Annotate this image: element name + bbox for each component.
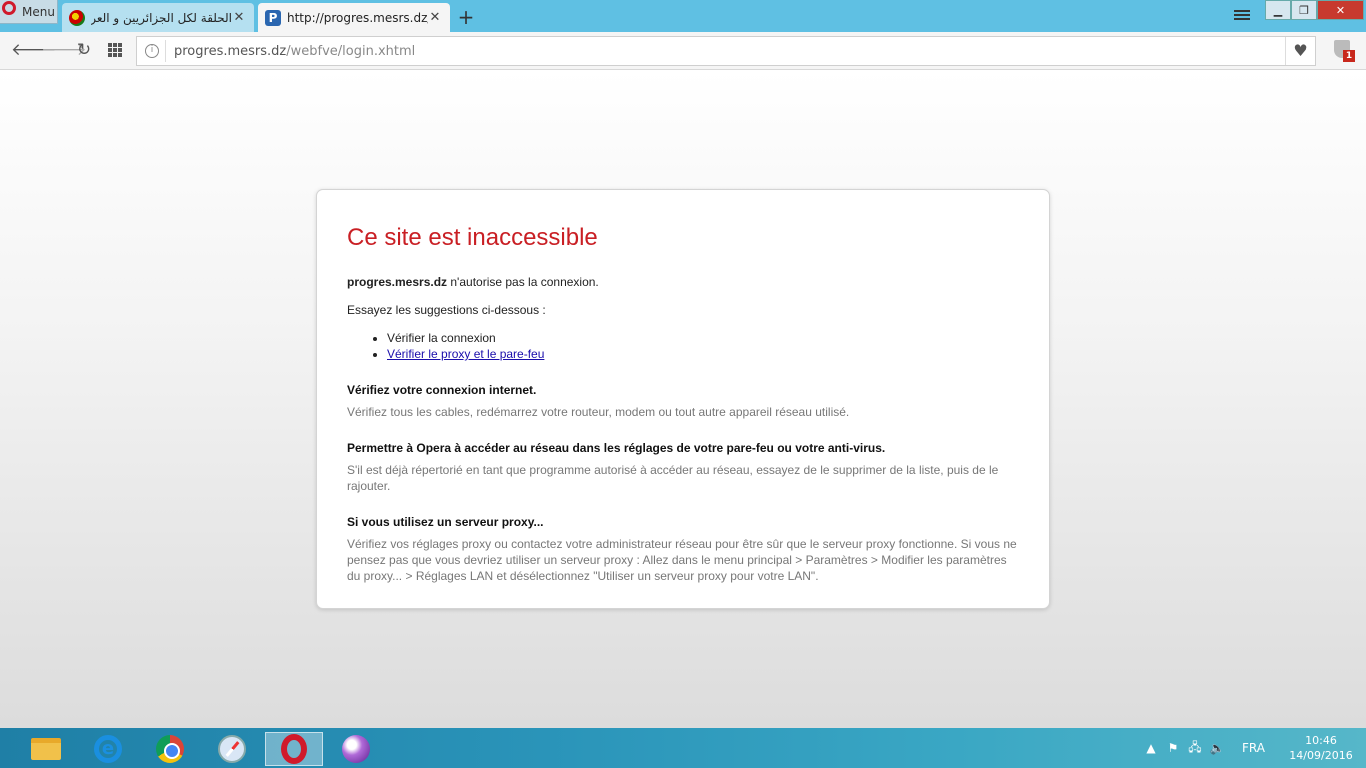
browser-toolbar: 🡐 🡒 ↻ i progres.mesrs.dz/webfve/login.xh… [0,32,1366,70]
new-tab-button[interactable]: + [456,5,476,29]
show-hidden-icons-icon[interactable]: ▲ [1140,741,1162,755]
suggestions-list: Vérifier la connexion Vérifier le proxy … [387,330,1019,362]
file-explorer-icon[interactable] [17,732,75,766]
section-heading: Si vous utilisez un serveur proxy... [347,515,544,529]
url-host: progres.mesrs.dz [174,43,287,59]
taskbar-clock[interactable]: 10:46 14/09/2016 [1282,728,1360,768]
back-arrow-icon[interactable]: 🡐 [11,40,57,60]
menu-label: Menu [22,4,55,19]
speed-dial-grid-icon[interactable] [106,40,126,60]
adblock-count-badge: 1 [1343,50,1355,62]
opera-menu-button[interactable]: Menu [0,0,58,24]
network-icon[interactable]: 🖧 [1184,738,1206,759]
input-language[interactable]: FRA [1242,728,1265,768]
tab-menu-icon[interactable] [1234,8,1250,24]
forward-arrow-icon[interactable]: 🡒 [41,40,87,60]
error-host: progres.mesrs.dz [347,275,448,289]
clock-date: 14/09/2016 [1289,749,1353,762]
action-center-flag-icon[interactable]: ⚑ [1162,741,1184,755]
progres-favicon-icon: P [265,9,281,26]
tab-close-icon[interactable]: ✕ [232,10,246,25]
error-title: Ce site est inaccessible [347,224,598,251]
safari-icon[interactable] [203,732,261,766]
suggestion-check-proxy: Vérifier le proxy et le pare-feu [387,346,1019,362]
error-description: progres.mesrs.dz n'autorise pas la conne… [347,275,599,289]
check-proxy-link[interactable]: Vérifier le proxy et le pare-feu [387,347,544,361]
clock-time: 10:46 [1305,734,1337,747]
section-body: Vérifiez vos réglages proxy ou contactez… [347,537,1017,583]
volume-icon[interactable]: 🔈 [1206,741,1228,755]
adblock-shield-icon[interactable]: 1 [1334,40,1355,62]
opera-icon[interactable] [265,732,323,766]
url-text[interactable]: progres.mesrs.dz/webfve/login.xhtml [174,44,415,59]
tab-title: الحلقة لكل الجزائريين و العرب [91,10,232,25]
section-heading: Permettre à Opera à accéder au réseau da… [347,441,886,455]
reload-icon[interactable]: ↻ [74,40,94,60]
minimize-button[interactable]: ▁ [1265,0,1291,20]
internet-explorer-icon[interactable]: e [79,732,137,766]
windows-taskbar: e ▲ ⚑ 🖧 🔈 FRA 10:46 14/09/2016 [0,728,1366,768]
section-body: S'il est déjà répertorié en tant que pro… [347,463,999,493]
section-heading: Vérifiez votre connexion internet. [347,383,537,397]
tab-title: http://progres.mesrs.dz/webfve/login.xht… [287,10,428,25]
page-viewport: Ce site est inaccessible progres.mesrs.d… [0,70,1366,728]
chrome-icon[interactable] [141,732,199,766]
system-tray-icons: ▲ ⚑ 🖧 🔈 [1140,728,1228,768]
close-window-button[interactable]: ✕ [1317,0,1364,20]
site-info-icon[interactable]: i [145,44,159,58]
site-favicon-icon [69,9,85,26]
opera-logo-icon [2,0,16,15]
tab-close-icon[interactable]: ✕ [428,10,442,25]
address-bar[interactable]: i progres.mesrs.dz/webfve/login.xhtml ♥ [136,36,1316,66]
browser-titlebar: Menu الحلقة لكل الجزائريين و العرب ✕ P h… [0,0,1366,32]
url-path: /webfve/login.xhtml [286,43,416,59]
section-body: Vérifiez tous les cables, redémarrez vot… [347,405,850,419]
app-icon[interactable] [327,732,385,766]
maximize-button[interactable]: ❐ [1291,0,1317,20]
tab-active[interactable]: P http://progres.mesrs.dz/webfve/login.x… [258,3,450,32]
bookmark-heart-icon[interactable]: ♥ [1285,37,1315,65]
suggestion-check-connection: Vérifier la connexion [387,330,1019,346]
error-card: Ce site est inaccessible progres.mesrs.d… [316,189,1050,609]
tab-background[interactable]: الحلقة لكل الجزائريين و العرب ✕ [62,3,254,32]
suggestions-intro: Essayez les suggestions ci-dessous : [347,303,546,317]
